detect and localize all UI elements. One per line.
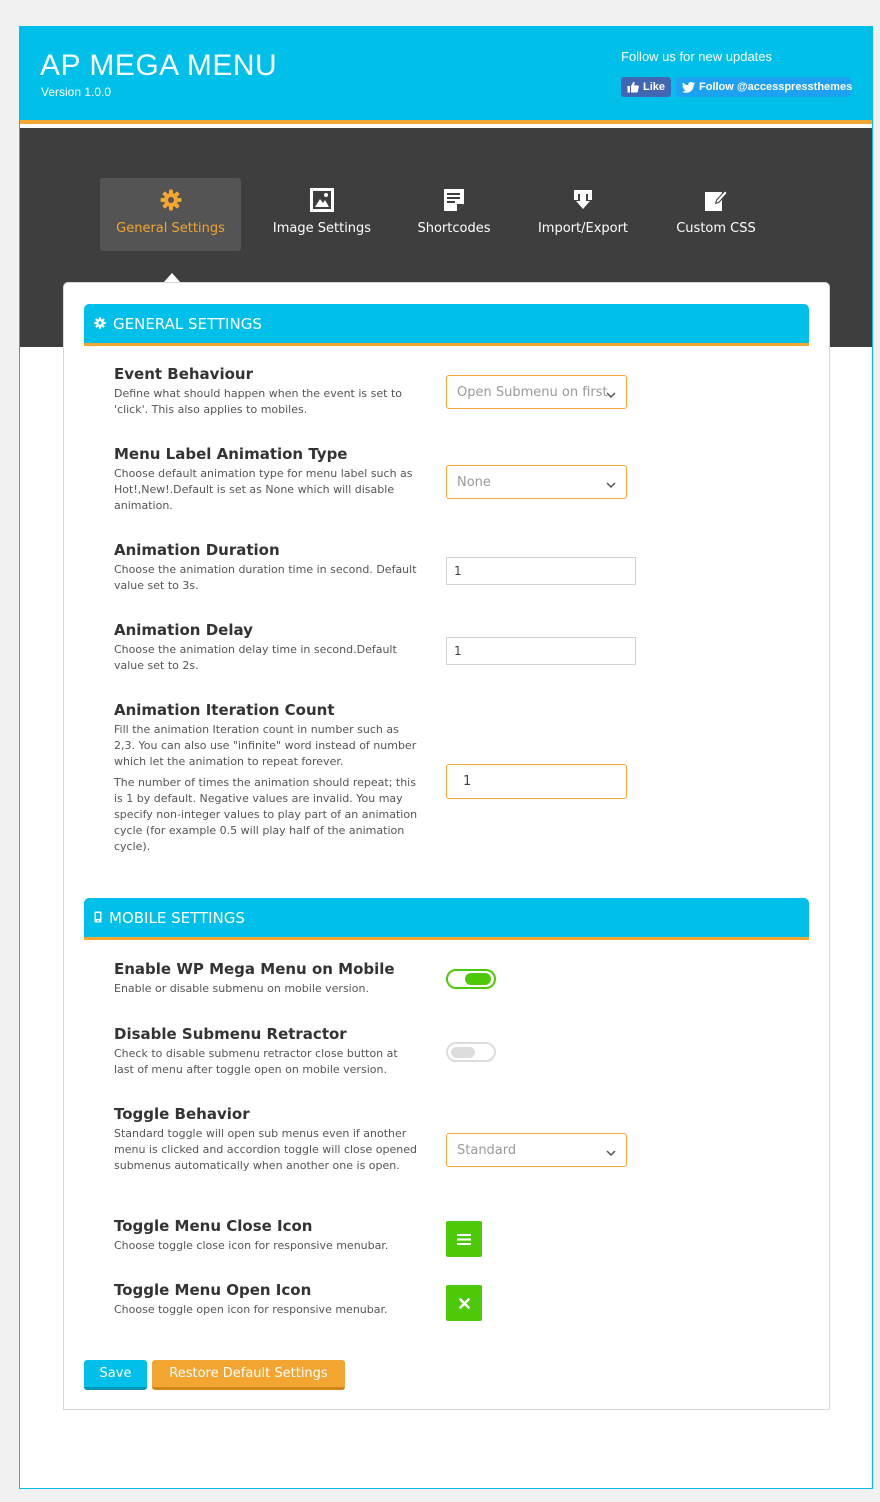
tab-custom-css[interactable]: Custom CSS — [661, 178, 771, 251]
settings-panel: GENERAL SETTINGS Event Behaviour Define … — [63, 282, 830, 1410]
toggle-behavior-desc: Standard toggle will open sub menus even… — [114, 1127, 417, 1172]
disable-retractor-toggle[interactable] — [446, 1042, 496, 1062]
tab-image-settings-label: Image Settings — [272, 221, 372, 236]
twitter-follow-button[interactable]: Follow @accesspressthemes — [676, 77, 853, 97]
toggle-behavior-value: Standard — [457, 1142, 517, 1158]
tab-image-settings[interactable]: Image Settings — [262, 178, 382, 251]
open-icon-title: Toggle Menu Open Icon — [114, 1281, 312, 1299]
disable-retractor-desc: Check to disable submenu retractor close… — [114, 1047, 398, 1076]
event-behaviour-title: Event Behaviour — [114, 365, 253, 383]
close-icon-desc: Choose toggle close icon for responsive … — [114, 1239, 389, 1252]
event-behaviour-select[interactable]: Open Submenu on first — [446, 375, 627, 409]
image-icon — [310, 187, 334, 213]
animation-delay-input[interactable]: 1 — [446, 637, 636, 665]
animation-duration-input[interactable]: 1 — [446, 557, 636, 585]
app-title: AP MEGA MENU — [40, 49, 278, 82]
mobile-icon — [94, 909, 102, 927]
label-animation-title: Menu Label Animation Type — [114, 445, 348, 463]
settings-page: AP MEGA MENU Version 1.0.0 Follow us for… — [19, 26, 873, 1489]
restore-defaults-button[interactable]: Restore Default Settings — [152, 1360, 345, 1390]
document-icon — [443, 187, 465, 213]
enable-mobile-desc: Enable or disable submenu on mobile vers… — [114, 982, 369, 995]
chevron-down-icon — [606, 388, 616, 403]
close-icon-picker[interactable] — [446, 1221, 482, 1257]
chevron-down-icon — [606, 478, 616, 493]
download-icon — [573, 187, 593, 213]
close-icon-title: Toggle Menu Close Icon — [114, 1217, 313, 1235]
tab-custom-css-label: Custom CSS — [676, 221, 756, 236]
label-animation-select[interactable]: None — [446, 465, 627, 499]
save-button[interactable]: Save — [84, 1360, 147, 1390]
iteration-count-input[interactable]: 1 — [446, 764, 627, 799]
iteration-count-title: Animation Iteration Count — [114, 701, 335, 719]
toggle-knob — [465, 973, 491, 985]
mobile-settings-title: MOBILE SETTINGS — [109, 908, 245, 927]
close-icon — [458, 1294, 470, 1313]
app-version: Version 1.0.0 — [41, 85, 112, 99]
toggle-behavior-title: Toggle Behavior — [114, 1105, 250, 1123]
plugin-header: AP MEGA MENU Version 1.0.0 Follow us for… — [20, 27, 872, 124]
open-icon-desc: Choose toggle open icon for responsive m… — [114, 1303, 388, 1316]
general-settings-title: GENERAL SETTINGS — [113, 314, 262, 333]
iteration-count-note: The number of times the animation should… — [114, 776, 418, 853]
tab-import-export[interactable]: Import/Export — [523, 178, 643, 251]
animation-delay-desc: Choose the animation delay time in secon… — [114, 643, 397, 672]
tab-shortcodes[interactable]: Shortcodes — [398, 178, 510, 251]
tab-shortcodes-label: Shortcodes — [417, 221, 491, 236]
event-behaviour-desc: Define what should happen when the event… — [114, 387, 402, 416]
general-settings-header: GENERAL SETTINGS — [84, 304, 809, 346]
twitter-icon — [682, 81, 695, 93]
tab-import-export-label: Import/Export — [537, 221, 629, 236]
animation-duration-title: Animation Duration — [114, 541, 280, 559]
toggle-behavior-select[interactable]: Standard — [446, 1133, 627, 1167]
tab-general-settings-label: General Settings — [116, 221, 225, 236]
chevron-down-icon — [606, 1146, 616, 1161]
disable-retractor-title: Disable Submenu Retractor — [114, 1025, 347, 1043]
facebook-like-button[interactable]: Like — [621, 77, 671, 97]
gear-icon — [160, 187, 182, 213]
label-animation-desc: Choose default animation type for menu l… — [114, 467, 413, 512]
label-animation-value: None — [457, 474, 491, 490]
enable-mobile-toggle[interactable] — [446, 969, 496, 989]
edit-icon — [704, 187, 728, 213]
twitter-follow-label: Follow @accesspressthemes — [699, 81, 853, 93]
animation-delay-title: Animation Delay — [114, 621, 253, 639]
mobile-settings-header: MOBILE SETTINGS — [84, 898, 809, 940]
toggle-knob — [451, 1047, 475, 1058]
thumbs-up-icon — [627, 81, 639, 93]
gear-icon — [94, 315, 106, 333]
follow-text: Follow us for new updates — [621, 49, 773, 64]
open-icon-picker[interactable] — [446, 1285, 482, 1321]
facebook-like-label: Like — [643, 81, 666, 93]
iteration-count-desc: Fill the animation Iteration count in nu… — [114, 723, 417, 768]
enable-mobile-title: Enable WP Mega Menu on Mobile — [114, 960, 395, 978]
tab-general-settings[interactable]: General Settings — [100, 178, 241, 251]
animation-duration-desc: Choose the animation duration time in se… — [114, 563, 417, 592]
hamburger-icon — [457, 1230, 471, 1249]
event-behaviour-value: Open Submenu on first — [457, 384, 608, 400]
